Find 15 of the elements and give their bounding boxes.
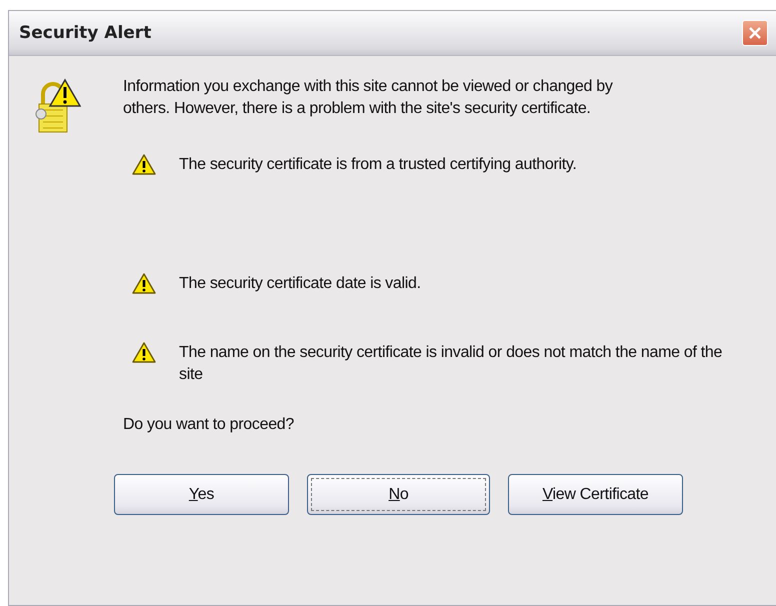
question-text: Do you want to proceed? (123, 415, 295, 435)
warning-icon (132, 154, 156, 176)
window-title: Security Alert (19, 23, 152, 43)
warning-text: The security certificate is from a trusted certifying authority. (179, 155, 578, 175)
warning-icon (132, 273, 156, 295)
close-button[interactable] (742, 20, 768, 46)
alert-message: Information you exchange with this site cannot be viewed or changed by others. However, there is a problem with the site's security certificate. (123, 77, 614, 119)
close-icon (748, 26, 762, 40)
lock-warning-icon (35, 78, 81, 134)
warning-text: The security certificate date is valid. (179, 274, 422, 294)
dialog-button[interactable]: No (307, 474, 490, 515)
warning-text: The name on the security certificate is invalid or does not match the name of the site (179, 343, 724, 385)
dialog-button[interactable]: View Certificate (508, 474, 683, 515)
warning-icon (132, 342, 156, 364)
dialog-button[interactable]: Yes (114, 474, 289, 515)
